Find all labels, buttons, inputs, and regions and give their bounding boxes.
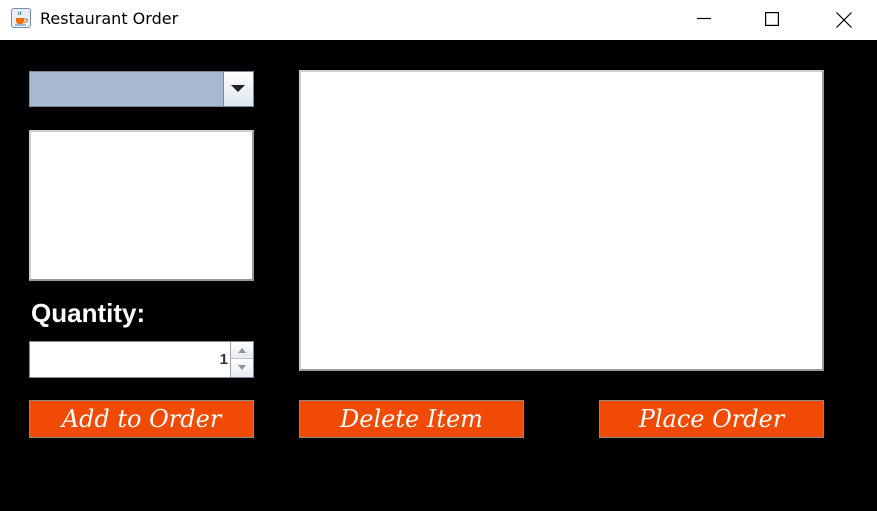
java-cup-icon[interactable] <box>11 8 31 28</box>
close-icon <box>836 12 852 28</box>
quantity-decrement-button[interactable] <box>230 359 253 377</box>
window-title: Restaurant Order <box>40 9 179 28</box>
quantity-increment-button[interactable] <box>230 342 253 359</box>
maximize-icon <box>765 12 779 26</box>
quantity-label: Quantity: <box>31 298 146 328</box>
add-to-order-button[interactable]: Add to Order <box>29 400 254 438</box>
minimize-icon <box>697 17 711 20</box>
combo-selected-value <box>30 72 222 106</box>
title-bar[interactable]: Restaurant Order <box>0 0 877 40</box>
minimize-button[interactable] <box>681 0 727 40</box>
place-order-button[interactable]: Place Order <box>599 400 824 438</box>
chevron-up-icon <box>238 348 246 353</box>
chevron-down-icon <box>231 85 245 92</box>
order-summary-area[interactable] <box>299 70 824 371</box>
item-details-list[interactable] <box>29 130 254 281</box>
combo-arrow-button[interactable] <box>223 72 253 106</box>
menu-item-combo[interactable] <box>29 71 254 107</box>
maximize-button[interactable] <box>749 0 795 40</box>
delete-item-button[interactable]: Delete Item <box>299 400 524 438</box>
quantity-stepper[interactable] <box>29 341 254 378</box>
app-window: Restaurant Order Quantity: 1 Add to Orde… <box>0 0 877 511</box>
chevron-down-icon <box>238 365 246 370</box>
close-button[interactable] <box>820 0 866 40</box>
quantity-input[interactable] <box>30 342 230 377</box>
